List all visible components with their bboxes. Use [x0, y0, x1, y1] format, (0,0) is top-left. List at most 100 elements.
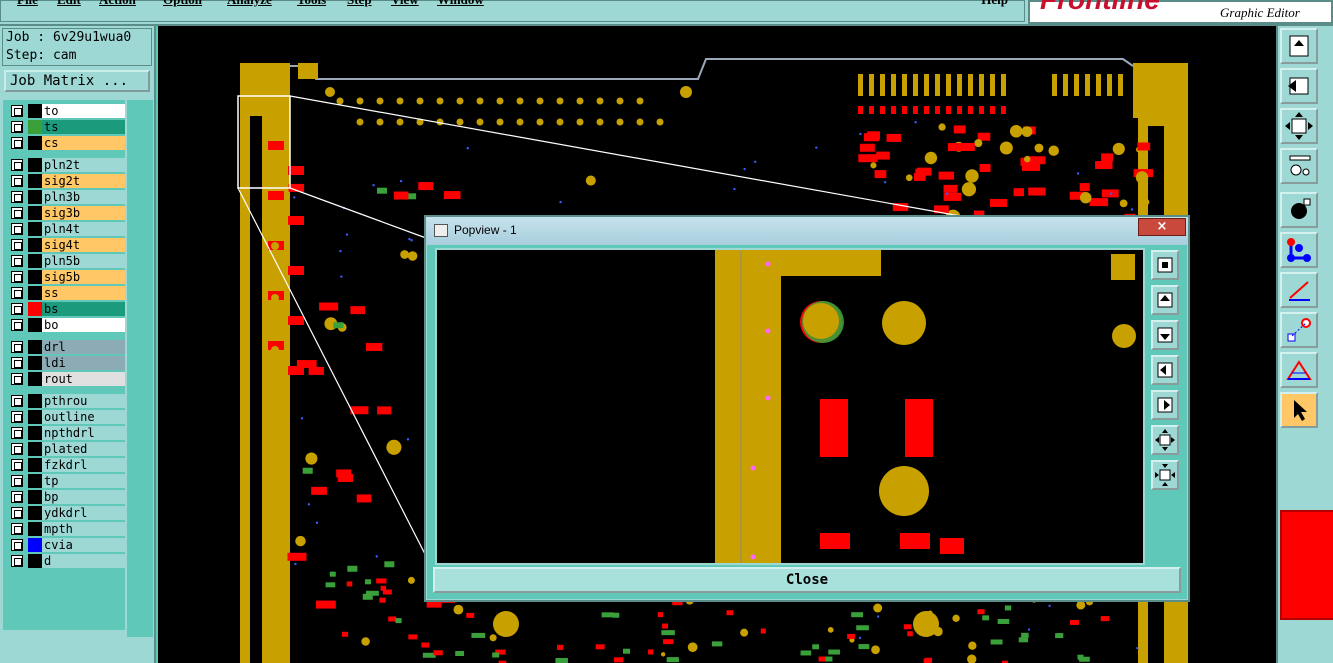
layer-row-pln4t[interactable]: pln4t	[5, 222, 125, 236]
layer-color-swatch[interactable]	[28, 356, 42, 370]
menu-view[interactable]: View	[391, 0, 419, 8]
layer-name[interactable]: sig2t	[42, 174, 125, 188]
menu-option[interactable]: Option	[163, 0, 202, 8]
menu-file[interactable]: File	[17, 0, 38, 8]
layer-color-swatch[interactable]	[28, 104, 42, 118]
layer-checkbox[interactable]	[11, 373, 23, 385]
layer-checkbox[interactable]	[11, 271, 23, 283]
layer-row-to[interactable]: to	[5, 104, 125, 118]
layer-checkbox[interactable]	[11, 175, 23, 187]
layer-checkbox[interactable]	[11, 475, 23, 487]
layer-checkbox[interactable]	[11, 395, 23, 407]
layer-color-swatch[interactable]	[28, 426, 42, 440]
layer-row-sig4t[interactable]: sig4t	[5, 238, 125, 252]
pointer-icon[interactable]	[1280, 392, 1318, 428]
layer-name[interactable]: pln4t	[42, 222, 125, 236]
layer-checkbox[interactable]	[11, 255, 23, 267]
zoom-up-icon[interactable]	[1151, 285, 1179, 315]
layer-name[interactable]: pln5b	[42, 254, 125, 268]
layer-color-swatch[interactable]	[28, 410, 42, 424]
layer-name[interactable]: pthrou	[42, 394, 125, 408]
pan-left-icon[interactable]	[1151, 355, 1179, 385]
layer-color-swatch[interactable]	[28, 302, 42, 316]
layer-color-swatch[interactable]	[28, 222, 42, 236]
layer-name[interactable]: cvia	[42, 538, 125, 552]
layer-checkbox[interactable]	[11, 105, 23, 117]
layer-color-swatch[interactable]	[28, 174, 42, 188]
triangle-icon[interactable]	[1280, 352, 1318, 388]
layer-name[interactable]: sig3b	[42, 206, 125, 220]
layer-row-plated[interactable]: plated	[5, 442, 125, 456]
layer-color-swatch[interactable]	[28, 490, 42, 504]
layer-checkbox[interactable]	[11, 319, 23, 331]
menu-analyze[interactable]: Analyze	[227, 0, 272, 8]
layer-name[interactable]: cs	[42, 136, 125, 150]
menu-help[interactable]: Help	[981, 0, 1008, 8]
layer-color-swatch[interactable]	[28, 136, 42, 150]
job-matrix-button[interactable]: Job Matrix ...	[4, 70, 150, 92]
layer-color-swatch[interactable]	[28, 474, 42, 488]
zoom-page-icon[interactable]	[1280, 28, 1318, 64]
layer-row-ldi[interactable]: ldi	[5, 356, 125, 370]
menu-window[interactable]: Window	[437, 0, 484, 8]
zoom-in-icon[interactable]	[1151, 425, 1179, 455]
layer-name[interactable]: ts	[42, 120, 125, 134]
layer-name[interactable]: plated	[42, 442, 125, 456]
layer-checkbox[interactable]	[11, 491, 23, 503]
zoom-down-icon[interactable]	[1151, 320, 1179, 350]
layer-row-ss[interactable]: ss	[5, 286, 125, 300]
line-icon[interactable]	[1280, 272, 1318, 308]
layer-checkbox[interactable]	[11, 191, 23, 203]
layer-name[interactable]: fzkdrl	[42, 458, 125, 472]
layer-row-cvia[interactable]: cvia	[5, 538, 125, 552]
zoom-fit-icon[interactable]	[1151, 250, 1179, 280]
layer-color-swatch[interactable]	[28, 158, 42, 172]
layer-row-ts[interactable]: ts	[5, 120, 125, 134]
layer-checkbox[interactable]	[11, 539, 23, 551]
layer-color-swatch[interactable]	[28, 120, 42, 134]
layer-name[interactable]: d	[42, 554, 125, 568]
layer-checkbox[interactable]	[11, 121, 23, 133]
layer-row-sig2t[interactable]: sig2t	[5, 174, 125, 188]
menu-edit[interactable]: Edit	[57, 0, 81, 8]
layer-row-ydkdrl[interactable]: ydkdrl	[5, 506, 125, 520]
layer-row-pln2t[interactable]: pln2t	[5, 158, 125, 172]
layer-color-swatch[interactable]	[28, 254, 42, 268]
layer-row-bo[interactable]: bo	[5, 318, 125, 332]
layer-row-tp[interactable]: tp	[5, 474, 125, 488]
menu-action[interactable]: Action	[99, 0, 136, 8]
layer-color-swatch[interactable]	[28, 554, 42, 568]
layer-row-fzkdrl[interactable]: fzkdrl	[5, 458, 125, 472]
zoom-out-icon[interactable]	[1151, 460, 1179, 490]
layer-color-swatch[interactable]	[28, 506, 42, 520]
layer-color-swatch[interactable]	[28, 206, 42, 220]
popview-viewport[interactable]	[435, 248, 1145, 565]
layer-color-swatch[interactable]	[28, 394, 42, 408]
layer-row-drl[interactable]: drl	[5, 340, 125, 354]
layer-row-pln3b[interactable]: pln3b	[5, 190, 125, 204]
layer-row-sig3b[interactable]: sig3b	[5, 206, 125, 220]
layer-row-pthrou[interactable]: pthrou	[5, 394, 125, 408]
layer-name[interactable]: rout	[42, 372, 125, 386]
layer-name[interactable]: sig5b	[42, 270, 125, 284]
layer-name[interactable]: pln3b	[42, 190, 125, 204]
measure-icon[interactable]	[1280, 148, 1318, 184]
popview-titlebar[interactable]: Popview - 1 ×	[426, 217, 1188, 245]
layer-color-swatch[interactable]	[28, 238, 42, 252]
layer-checkbox[interactable]	[11, 443, 23, 455]
layer-checkbox[interactable]	[11, 427, 23, 439]
layer-row-mpth[interactable]: mpth	[5, 522, 125, 536]
layer-checkbox[interactable]	[11, 159, 23, 171]
layer-checkbox[interactable]	[11, 137, 23, 149]
layer-name[interactable]: ss	[42, 286, 125, 300]
layer-row-pln5b[interactable]: pln5b	[5, 254, 125, 268]
layer-checkbox[interactable]	[11, 411, 23, 423]
menu-tools[interactable]: Tools	[297, 0, 326, 8]
layer-color-swatch[interactable]	[28, 522, 42, 536]
layer-color-swatch[interactable]	[28, 286, 42, 300]
layer-name[interactable]: tp	[42, 474, 125, 488]
layer-name[interactable]: npthdrl	[42, 426, 125, 440]
layer-name[interactable]: bo	[42, 318, 125, 332]
layer-name[interactable]: outline	[42, 410, 125, 424]
layer-checkbox[interactable]	[11, 523, 23, 535]
